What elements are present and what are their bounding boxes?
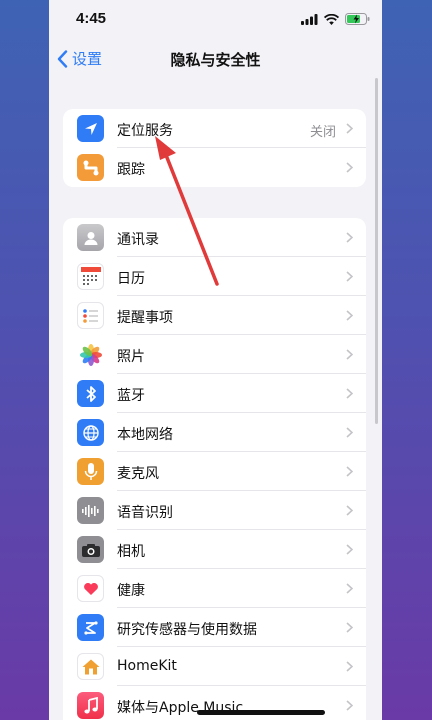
row-homekit[interactable]: HomeKit <box>63 647 366 686</box>
row-location-services[interactable]: 定位服务 关闭 <box>63 109 366 148</box>
row-research-sensor[interactable]: 研究传感器与使用数据 <box>63 608 366 647</box>
chevron-right-icon <box>346 123 353 134</box>
bluetooth-icon <box>77 380 104 407</box>
row-contacts[interactable]: 通讯录 <box>63 218 366 257</box>
row-label: 通讯录 <box>117 232 159 248</box>
row-label: 蓝牙 <box>117 388 145 404</box>
row-value: 关闭 <box>309 125 336 140</box>
location-arrow-icon <box>77 115 104 142</box>
reminders-icon <box>77 302 104 329</box>
navigation-bar: 设置 隐私与安全性 <box>49 44 382 76</box>
status-bar: 4:45 <box>49 0 382 40</box>
row-camera[interactable]: 相机 <box>63 530 366 569</box>
chevron-right-icon <box>346 271 353 282</box>
chevron-right-icon <box>346 700 353 711</box>
camera-icon <box>77 536 104 563</box>
contacts-icon <box>77 224 104 251</box>
row-label: 跟踪 <box>117 162 145 178</box>
row-label: 语音识别 <box>117 505 173 521</box>
row-calendar[interactable]: 日历 <box>63 257 366 296</box>
chevron-right-icon <box>346 310 353 321</box>
row-reminders[interactable]: 提醒事项 <box>63 296 366 335</box>
status-time: 4:45 <box>76 10 107 27</box>
row-health[interactable]: 健康 <box>63 569 366 608</box>
row-local-network[interactable]: 本地网络 <box>63 413 366 452</box>
chevron-right-icon <box>346 162 353 173</box>
chevron-right-icon <box>346 232 353 243</box>
home-icon <box>77 653 104 680</box>
photos-icon <box>77 341 104 368</box>
phone-screen: 4:45 设置 隐私与安全性 定位服务 关闭 跟踪 通讯录 日历 提醒事项 照片… <box>49 0 382 720</box>
row-label: 照片 <box>117 349 145 365</box>
tracking-icon <box>77 154 104 181</box>
research-icon <box>77 614 104 641</box>
chevron-right-icon <box>346 544 353 555</box>
settings-group-location: 定位服务 关闭 跟踪 <box>63 109 366 187</box>
row-label: 日历 <box>117 271 145 287</box>
row-bluetooth[interactable]: 蓝牙 <box>63 374 366 413</box>
chevron-right-icon <box>346 583 353 594</box>
waveform-icon <box>77 497 104 524</box>
globe-icon <box>77 419 104 446</box>
chevron-right-icon <box>346 661 353 672</box>
row-label: 健康 <box>117 583 145 599</box>
row-label: 相机 <box>117 544 145 560</box>
calendar-icon <box>77 263 104 290</box>
microphone-icon <box>77 458 104 485</box>
row-label: 提醒事项 <box>117 310 173 326</box>
music-icon <box>77 692 104 719</box>
chevron-right-icon <box>346 349 353 360</box>
chevron-right-icon <box>346 388 353 399</box>
wifi-icon <box>324 13 339 25</box>
settings-group-permissions: 通讯录 日历 提醒事项 照片 蓝牙 本地网络 麦克风 语音识别 相机 健康 研究… <box>63 218 366 720</box>
chevron-right-icon <box>346 505 353 516</box>
row-photos[interactable]: 照片 <box>63 335 366 374</box>
row-label: HomeKit <box>117 658 177 674</box>
signal-icon <box>301 13 318 25</box>
row-tracking[interactable]: 跟踪 <box>63 148 366 187</box>
chevron-right-icon <box>346 427 353 438</box>
row-label: 研究传感器与使用数据 <box>117 622 257 638</box>
home-indicator <box>197 710 325 715</box>
chevron-right-icon <box>346 466 353 477</box>
status-icons <box>301 13 370 25</box>
row-label: 本地网络 <box>117 427 173 443</box>
battery-charging-icon <box>345 13 370 25</box>
page-title: 隐私与安全性 <box>170 51 261 69</box>
heart-icon <box>77 575 104 602</box>
row-label: 定位服务 <box>117 123 173 139</box>
row-speech-recognition[interactable]: 语音识别 <box>63 491 366 530</box>
scrollbar[interactable] <box>375 78 378 424</box>
chevron-right-icon <box>346 622 353 633</box>
row-microphone[interactable]: 麦克风 <box>63 452 366 491</box>
row-label: 麦克风 <box>117 466 159 482</box>
